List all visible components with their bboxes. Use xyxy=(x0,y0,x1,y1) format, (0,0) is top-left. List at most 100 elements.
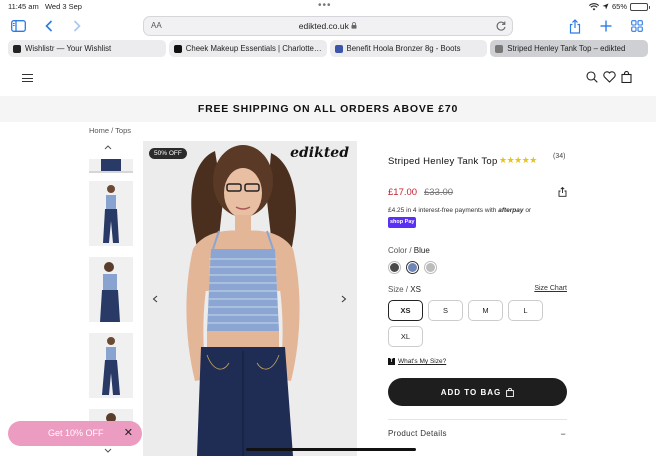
shoppay-logo[interactable]: shop Pay xyxy=(388,217,417,228)
size-xl-button[interactable]: XL xyxy=(388,326,423,347)
shipping-banner: FREE SHIPPING ON ALL ORDERS ABOVE £70 xyxy=(0,96,656,122)
url-value: edikted.co.uk xyxy=(298,21,349,31)
wifi-icon xyxy=(588,2,599,10)
afterpay-logo[interactable]: afterpay xyxy=(498,207,523,214)
thumb-up-icon[interactable] xyxy=(104,145,112,152)
bag-icon[interactable] xyxy=(621,71,632,83)
prev-image-icon[interactable] xyxy=(152,295,158,305)
url-text[interactable]: edikted.co.uk xyxy=(144,21,512,31)
tab-label: Cheek Makeup Essentials | Charlotte… xyxy=(185,44,322,53)
address-bar[interactable]: AA edikted.co.uk xyxy=(143,16,513,36)
favicon-icon xyxy=(495,44,504,53)
collapse-icon[interactable]: − xyxy=(560,429,566,439)
battery-percent: 65% xyxy=(611,2,627,11)
size-xs-button[interactable]: XS xyxy=(388,300,423,321)
favicon-icon xyxy=(173,44,182,53)
tab-charlotte[interactable]: Cheek Makeup Essentials | Charlotte… xyxy=(168,40,327,57)
size-l-button[interactable]: L xyxy=(508,300,543,321)
size-s-button[interactable]: S xyxy=(428,300,463,321)
swatch-fill xyxy=(408,263,417,272)
thumbnail-strip xyxy=(89,141,134,456)
add-to-bag-button[interactable]: ADD TO BAG xyxy=(388,378,567,406)
product-details-label: Product Details xyxy=(388,429,447,438)
swatch-fill xyxy=(426,263,435,272)
back-icon[interactable] xyxy=(40,17,58,35)
or-text: or xyxy=(525,207,532,214)
original-price: £33.00 xyxy=(424,187,454,198)
thumbnail-4[interactable] xyxy=(89,333,133,398)
tab-boots[interactable]: Benefit Hoola Bronzer 8g - Boots xyxy=(329,40,488,57)
thumbnail-2[interactable] xyxy=(89,181,133,246)
browser-toolbar: AA edikted.co.uk xyxy=(0,13,656,39)
favicon-icon xyxy=(13,44,21,53)
tab-label: Striped Henley Tank Top – edikted xyxy=(507,44,626,53)
breadcrumb-home[interactable]: Home xyxy=(89,126,109,135)
color-label-text: Color xyxy=(388,246,408,255)
rating-count[interactable]: (34) xyxy=(553,153,565,160)
search-icon[interactable] xyxy=(586,71,598,83)
forward-icon[interactable] xyxy=(68,17,86,35)
size-tool-logo-icon: T xyxy=(388,358,395,365)
new-tab-icon[interactable] xyxy=(597,17,615,35)
swatch-fill xyxy=(390,263,399,272)
lock-icon xyxy=(351,22,357,29)
close-icon[interactable]: ✕ xyxy=(124,426,133,439)
date-text: Wed 3 Sep xyxy=(44,2,82,11)
color-value: Blue xyxy=(413,246,430,255)
reload-icon[interactable] xyxy=(495,19,507,37)
status-bar: 11:45 am Wed 3 Sep ••• 65% xyxy=(0,0,656,13)
browser-tabs: Wishlistr — Your Wishlist Cheek Makeup E… xyxy=(8,40,648,57)
home-indicator[interactable] xyxy=(246,448,416,451)
product-main-image[interactable]: 50% OFF edikted xyxy=(143,141,357,456)
discount-popup-pill[interactable]: Get 10% OFF ✕ xyxy=(8,421,142,446)
location-icon xyxy=(602,3,609,10)
multitasking-dots-icon[interactable]: ••• xyxy=(318,0,332,11)
breadcrumb: Home / Tops xyxy=(89,126,131,135)
battery-icon xyxy=(630,2,650,11)
tab-overview-icon[interactable] xyxy=(628,17,646,35)
brand-logo: edikted xyxy=(290,145,349,161)
swatch-grey[interactable] xyxy=(388,261,401,274)
time-text: 11:45 am xyxy=(8,2,39,11)
tab-wishlistr[interactable]: Wishlistr — Your Wishlist xyxy=(8,40,166,57)
model-photo xyxy=(143,141,357,456)
divider xyxy=(388,419,567,420)
sidebar-icon[interactable] xyxy=(9,17,27,35)
breadcrumb-current[interactable]: Tops xyxy=(115,126,131,135)
thumbnail-3[interactable] xyxy=(89,257,133,322)
product-title: Striped Henley Tank Top xyxy=(388,156,498,167)
rating-stars-icon[interactable]: ★★★★★ xyxy=(499,155,537,166)
wishlist-heart-icon[interactable] xyxy=(603,71,616,83)
header-icons xyxy=(586,71,632,83)
site-header xyxy=(0,60,656,96)
share-product-icon[interactable] xyxy=(558,186,567,199)
status-right: 65% xyxy=(588,2,650,11)
whats-my-size-text: What's My Size? xyxy=(398,358,447,365)
share-icon[interactable] xyxy=(566,17,584,35)
discount-popup-text[interactable]: Get 10% OFF xyxy=(48,428,104,438)
sale-price: £17.00 xyxy=(388,187,418,198)
breadcrumb-separator: / xyxy=(111,126,114,135)
thumbnail-1[interactable] xyxy=(89,159,133,173)
swatch-light-grey[interactable] xyxy=(424,261,437,274)
thumb-down-icon[interactable] xyxy=(104,448,112,455)
bag-icon xyxy=(506,387,515,397)
add-to-bag-label: ADD TO BAG xyxy=(440,387,502,397)
installment-text: £4.25 in 4 interest-free payments with xyxy=(388,207,497,214)
size-value: XS xyxy=(410,285,421,294)
size-chart-link[interactable]: Size Chart xyxy=(534,285,567,292)
swatch-blue[interactable] xyxy=(406,261,419,274)
discount-badge: 50% OFF xyxy=(149,148,187,159)
status-time: 11:45 am Wed 3 Sep xyxy=(8,2,82,11)
tab-edikted[interactable]: Striped Henley Tank Top – edikted xyxy=(490,40,648,57)
size-label: Size / XS xyxy=(388,285,421,294)
menu-icon[interactable] xyxy=(22,74,33,85)
whats-my-size-link[interactable]: T What's My Size? xyxy=(388,358,446,365)
tab-label: Wishlistr — Your Wishlist xyxy=(25,44,112,53)
product-details-toggle[interactable]: Product Details − xyxy=(388,429,567,439)
size-m-button[interactable]: M xyxy=(468,300,503,321)
size-label-text: Size xyxy=(388,285,404,294)
installment-info: £4.25 in 4 interest-free payments with a… xyxy=(388,205,568,228)
next-image-icon[interactable] xyxy=(341,295,347,305)
color-swatches xyxy=(388,261,437,274)
